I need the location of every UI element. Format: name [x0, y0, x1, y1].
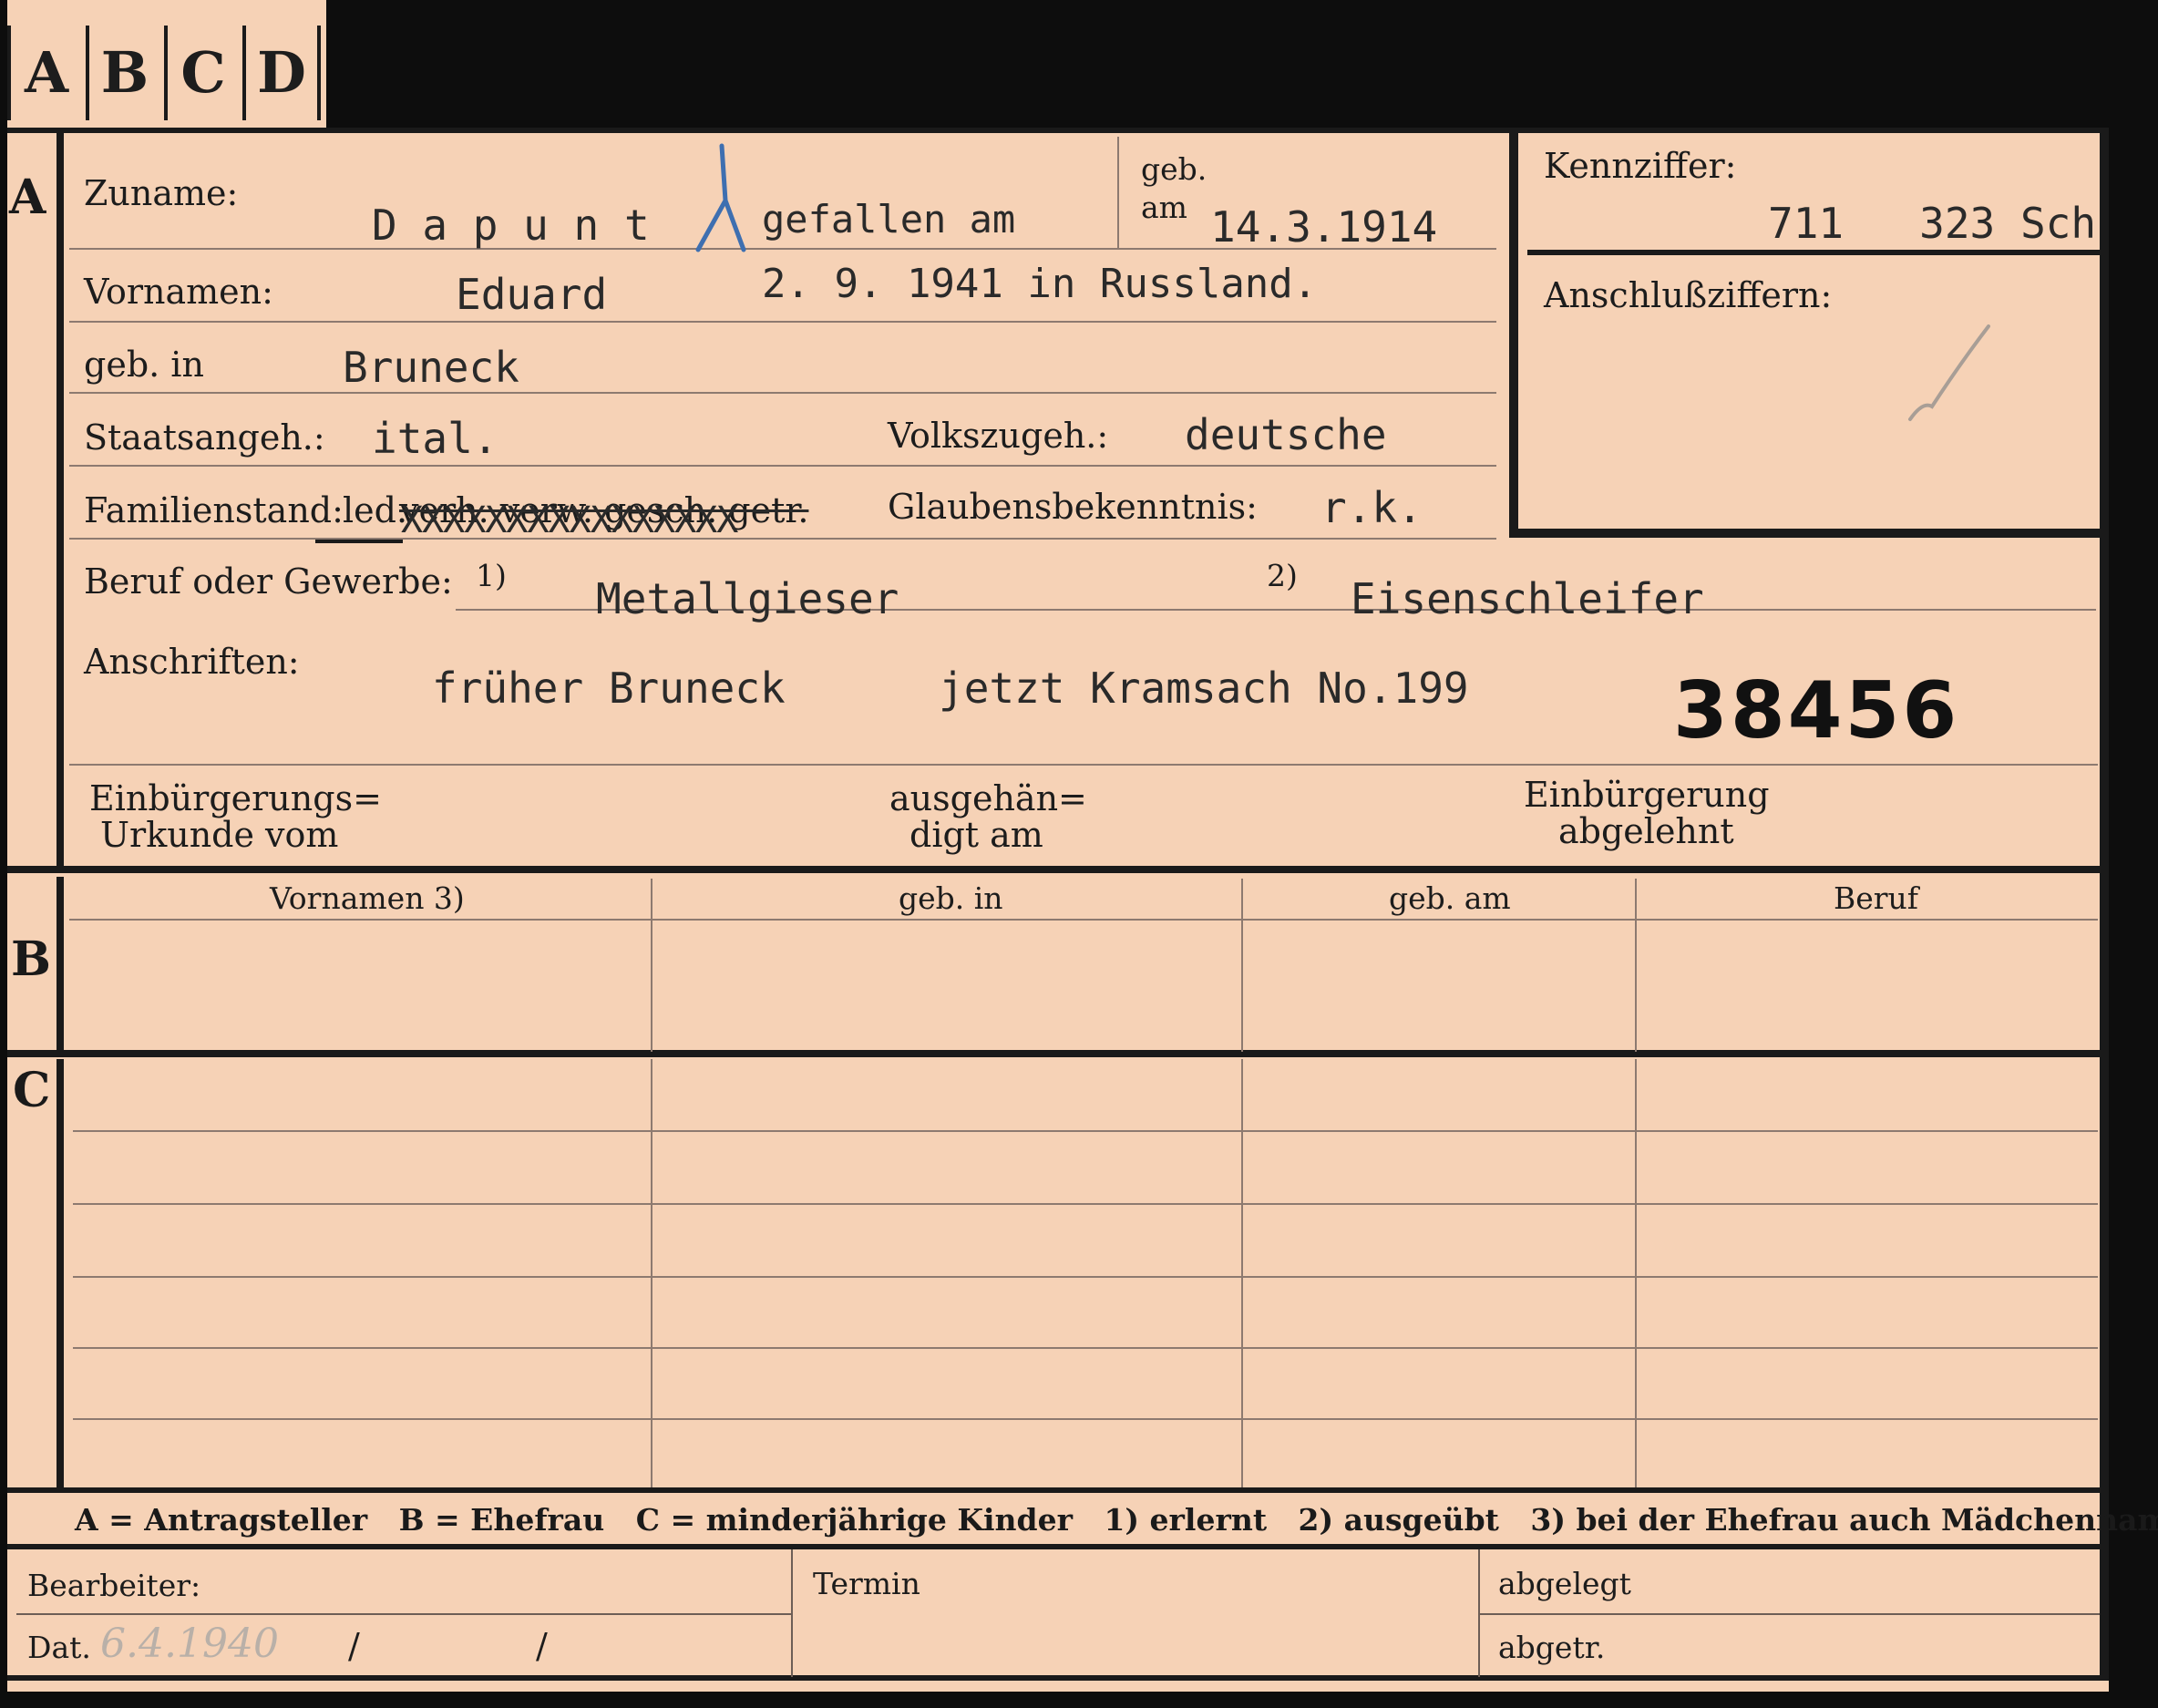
kennziffer-label: Kennziffer:	[1544, 146, 1737, 186]
dat-label: Dat.	[27, 1630, 91, 1665]
einbuergerung-urkunde-label-2: Urkunde vom	[100, 815, 339, 855]
familienstand-overtype: XXXXXXXXXXXXXXXX	[401, 499, 738, 541]
row-rule-geb-in	[69, 392, 1496, 394]
geb-am-label-top: geb.	[1141, 151, 1207, 187]
familienstand-label: Familienstand:	[84, 490, 344, 530]
dat-slash-1: /	[348, 1626, 360, 1666]
familienstand-selected: led.	[343, 490, 408, 530]
anschrift-frueher: früher Bruneck	[432, 664, 786, 713]
footer-rule-right	[1480, 1613, 2100, 1615]
einbuergerung-abgelehnt-label-2: abgelehnt	[1558, 811, 1734, 851]
glaubensbekenntnis-label: Glaubensbekenntnis:	[888, 487, 1258, 527]
geb-am-divider	[1117, 137, 1119, 248]
section-c-marker: C	[13, 1063, 51, 1118]
ausgehaendigt-label-2: digt am	[909, 815, 1043, 855]
col-divider-3	[1635, 879, 1637, 1052]
stamp-number: 38456	[1673, 665, 1960, 756]
c-col-divider-3	[1635, 1059, 1637, 1487]
legend-text: A = Antragsteller B = Ehefrau C = minder…	[75, 1502, 2158, 1538]
tab-d: D	[242, 26, 321, 120]
row-rule-vornamen	[69, 321, 1496, 323]
kennziffer-box-bottom	[1509, 529, 2109, 538]
beruf-label: Beruf oder Gewerbe:	[84, 561, 453, 602]
c-row-rule-5	[73, 1418, 2098, 1420]
row-rule-staatsangeh	[69, 465, 1496, 467]
bearbeiter-label: Bearbeiter:	[27, 1568, 201, 1603]
c-col-divider-2	[1241, 1059, 1243, 1487]
beruf-ausgeuebt-value: Eisenschleifer	[1351, 574, 1704, 623]
kennziffer-value: 711 323 Sch	[1768, 199, 2097, 248]
abgelegt-label: abgelegt	[1498, 1566, 1631, 1601]
card-top-border	[7, 128, 2109, 133]
row-rule-anschriften	[69, 764, 2098, 766]
einbuergerung-abgelehnt-label-1: Einbürgerung	[1524, 775, 1770, 815]
volkszugeh-label: Volkszugeh.:	[888, 416, 1109, 456]
section-b-bottom-rule	[7, 1050, 2109, 1057]
col-header-beruf: Beruf	[1834, 880, 1919, 916]
anschriften-label: Anschriften:	[84, 642, 300, 682]
col-header-geb-in: geb. in	[899, 880, 1003, 916]
col-header-geb-am: geb. am	[1389, 880, 1511, 916]
kennziffer-rule	[1527, 250, 2109, 255]
section-a-bottom-rule	[7, 866, 2109, 873]
section-b-marker: B	[11, 931, 51, 987]
geb-am-value: 14.3.1914	[1210, 202, 1438, 252]
staatsangeh-label: Staatsangeh.:	[84, 417, 325, 458]
legend-bottom-rule	[7, 1544, 2109, 1549]
glaubensbekenntnis-value: r.k.	[1321, 483, 1423, 532]
abgetr-label: abgetr.	[1498, 1630, 1606, 1665]
anschlussziffern-label: Anschlußziffern:	[1544, 275, 1833, 315]
pen-mark-icon	[695, 143, 746, 252]
section-b-header-rule	[69, 919, 2098, 921]
c-row-rule-4	[73, 1347, 2098, 1349]
kennziffer-box-left	[1509, 133, 1518, 538]
familienstand-underline	[315, 540, 403, 543]
c-row-rule-2	[73, 1203, 2098, 1205]
volkszugeh-value: deutsche	[1185, 410, 1387, 459]
ausgehaendigt-label-1: ausgehän=	[889, 778, 1087, 818]
tab-a: A	[7, 26, 82, 120]
row-rule-familienstand	[69, 538, 1496, 540]
beruf-mark-1: 1)	[476, 558, 507, 593]
zuname-label: Zuname:	[84, 173, 239, 213]
dat-value: 6.4.1940	[100, 1621, 279, 1667]
beruf-mark-2: 2)	[1267, 558, 1298, 593]
geb-in-label: geb. in	[84, 345, 204, 385]
beruf-erlernt-value: Metallgieser	[596, 574, 899, 623]
tab-b: B	[86, 26, 160, 120]
vornamen-value: Eduard	[456, 270, 608, 319]
c-row-rule-3	[73, 1276, 2098, 1278]
geb-am-label-bottom: am	[1141, 190, 1187, 225]
footer-rule-left	[16, 1613, 791, 1615]
index-tabs: A B C D	[7, 0, 326, 132]
section-c-margin-line	[57, 1059, 64, 1487]
tab-c: C	[164, 26, 239, 120]
geb-in-value: Bruneck	[343, 343, 519, 392]
c-col-divider-1	[651, 1059, 653, 1487]
vornamen-label: Vornamen:	[84, 272, 273, 312]
section-a-marker: A	[9, 170, 46, 225]
section-c-bottom-rule	[7, 1487, 2109, 1493]
dat-slash-2: /	[536, 1626, 548, 1666]
death-note-line1: gefallen am	[762, 197, 1016, 242]
einbuergerung-urkunde-label-1: Einbürgerungs=	[89, 778, 382, 818]
zuname-value: D a p u n t	[372, 201, 650, 250]
section-b-margin-line	[57, 877, 64, 1050]
footer-divider-1	[791, 1549, 793, 1677]
col-divider-2	[1241, 879, 1243, 1052]
col-divider-1	[651, 879, 653, 1052]
section-a-margin-line	[57, 133, 64, 868]
staatsangeh-value: ital.	[372, 414, 498, 463]
card-bottom-rule	[7, 1675, 2109, 1681]
termin-label: Termin	[813, 1566, 920, 1601]
death-note-line2: 2. 9. 1941 in Russland.	[762, 261, 1318, 307]
pencil-check-icon	[1908, 324, 1990, 421]
c-row-rule-1	[73, 1130, 2098, 1132]
anschrift-jetzt: jetzt Kramsach No.199	[939, 664, 1469, 713]
col-header-vornamen: Vornamen 3)	[270, 880, 465, 916]
card-right-border	[2100, 133, 2109, 1681]
